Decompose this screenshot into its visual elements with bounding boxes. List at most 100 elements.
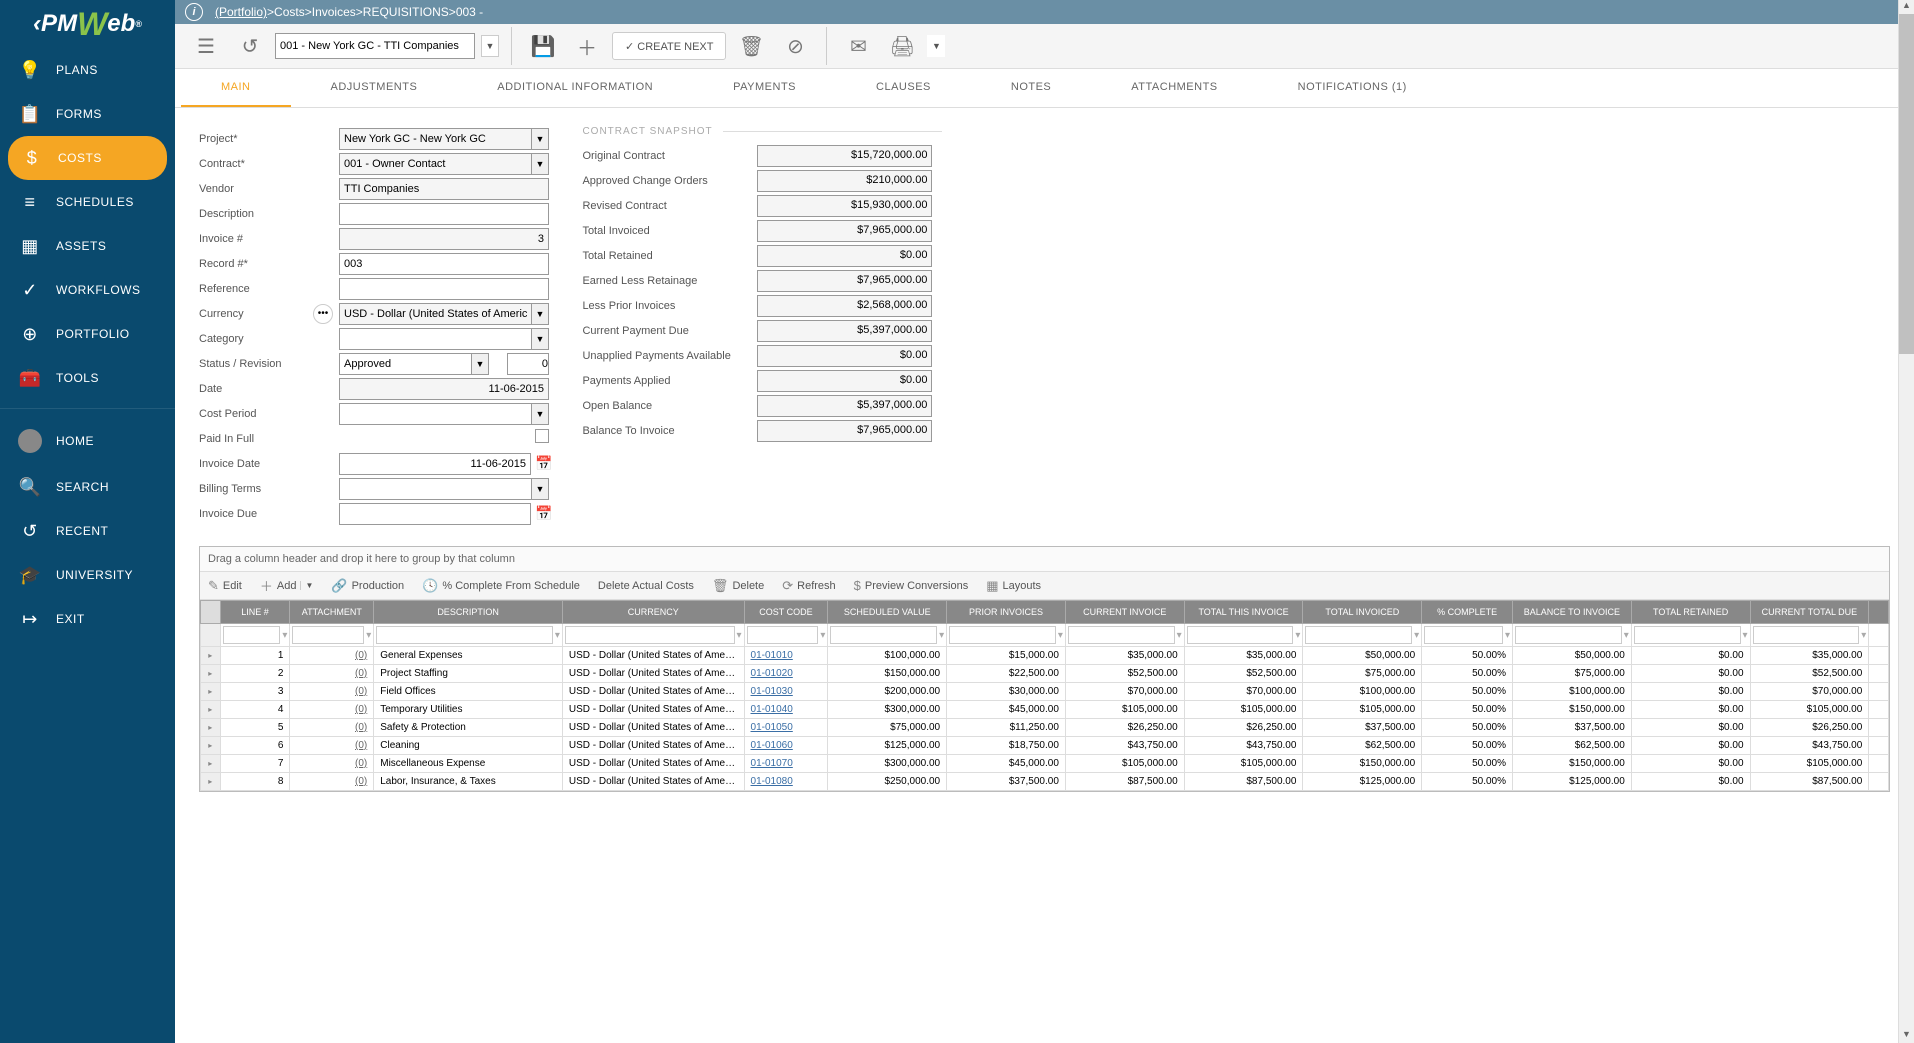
- tab-attachments[interactable]: ATTACHMENTS: [1091, 69, 1257, 107]
- sidebar-item-portfolio[interactable]: ⊕PORTFOLIO: [0, 312, 175, 356]
- filter-icon[interactable]: ▾: [282, 630, 287, 641]
- currency-field[interactable]: [339, 303, 531, 325]
- calendar-icon[interactable]: 📅: [535, 455, 552, 472]
- grid-header[interactable]: ATTACHMENT: [290, 601, 374, 624]
- table-row[interactable]: ▸ 6 (0) Cleaning USD - Dollar (United St…: [201, 737, 1889, 755]
- expand-icon[interactable]: ▸: [201, 647, 221, 665]
- table-row[interactable]: ▸ 8 (0) Labor, Insurance, & Taxes USD - …: [201, 773, 1889, 791]
- contract-dropdown-icon[interactable]: ▼: [531, 153, 549, 175]
- table-row[interactable]: ▸ 1 (0) General Expenses USD - Dollar (U…: [201, 647, 1889, 665]
- breadcrumb-portfolio[interactable]: (Portfolio): [215, 5, 267, 19]
- revision-field[interactable]: [507, 353, 549, 375]
- grid-header[interactable]: TOTAL RETAINED: [1631, 601, 1750, 624]
- grid-delete-button[interactable]: 🗑Delete: [712, 578, 764, 594]
- sidebar-item-plans[interactable]: 💡PLANS: [0, 48, 175, 92]
- delete-icon[interactable]: 🗑: [732, 27, 770, 65]
- filter-icon[interactable]: ▾: [737, 630, 742, 641]
- grid-add-button[interactable]: ＋Add▼: [260, 576, 314, 595]
- grid-filter-input[interactable]: [830, 626, 937, 644]
- filter-icon[interactable]: ▾: [1743, 630, 1748, 641]
- filter-icon[interactable]: ▾: [555, 630, 560, 641]
- grid-filter-input[interactable]: [292, 626, 364, 644]
- grid-header[interactable]: LINE #: [220, 601, 290, 624]
- filter-icon[interactable]: ▾: [1624, 630, 1629, 641]
- cost-code-link[interactable]: 01-01040: [744, 701, 828, 719]
- sidebar-item-schedules[interactable]: ≡SCHEDULES: [0, 180, 175, 224]
- sidebar-item-home[interactable]: HOME: [0, 417, 175, 465]
- filter-icon[interactable]: ▾: [1505, 630, 1510, 641]
- context-select[interactable]: [275, 33, 475, 59]
- context-dropdown-icon[interactable]: ▼: [481, 35, 499, 57]
- billingterms-dropdown-icon[interactable]: ▼: [531, 478, 549, 500]
- filter-icon[interactable]: ▾: [1295, 630, 1300, 641]
- vertical-scrollbar[interactable]: ▲ ▼: [1898, 0, 1914, 1043]
- grid-filter-input[interactable]: [1068, 626, 1175, 644]
- grid-header[interactable]: TOTAL THIS INVOICE: [1184, 601, 1303, 624]
- filter-icon[interactable]: ▾: [1177, 630, 1182, 641]
- filter-icon[interactable]: ▾: [1414, 630, 1419, 641]
- grid-filter-input[interactable]: [1187, 626, 1294, 644]
- grid-filter-input[interactable]: [1515, 626, 1622, 644]
- cost-code-link[interactable]: 01-01070: [744, 755, 828, 773]
- grid-header[interactable]: TOTAL INVOICED: [1303, 601, 1422, 624]
- currency-more-icon[interactable]: •••: [313, 304, 333, 324]
- sidebar-item-university[interactable]: 🎓UNIVERSITY: [0, 553, 175, 597]
- cost-code-link[interactable]: 01-01060: [744, 737, 828, 755]
- cost-code-link[interactable]: 01-01020: [744, 665, 828, 683]
- invoicedate-field[interactable]: [339, 453, 531, 475]
- currency-dropdown-icon[interactable]: ▼: [531, 303, 549, 325]
- tab-notes[interactable]: NOTES: [971, 69, 1091, 107]
- sidebar-item-workflows[interactable]: ✓WORKFLOWS: [0, 268, 175, 312]
- description-field[interactable]: [339, 203, 549, 225]
- billingterms-field[interactable]: [339, 478, 531, 500]
- grid-header[interactable]: DESCRIPTION: [374, 601, 563, 624]
- cost-code-link[interactable]: 01-01050: [744, 719, 828, 737]
- grid-filter-input[interactable]: [1634, 626, 1741, 644]
- grid-header[interactable]: CURRENT TOTAL DUE: [1750, 601, 1869, 624]
- reference-field[interactable]: [339, 278, 549, 300]
- filter-icon[interactable]: ▾: [1861, 630, 1866, 641]
- tab-main[interactable]: MAIN: [181, 69, 291, 107]
- group-by-bar[interactable]: Drag a column header and drop it here to…: [200, 547, 1889, 572]
- grid-filter-input[interactable]: [1753, 626, 1860, 644]
- filter-icon[interactable]: ▾: [939, 630, 944, 641]
- sidebar-item-exit[interactable]: ↦EXIT: [0, 597, 175, 641]
- list-view-icon[interactable]: ☰: [187, 27, 225, 65]
- invoicedue-field[interactable]: [339, 503, 531, 525]
- table-row[interactable]: ▸ 2 (0) Project Staffing USD - Dollar (U…: [201, 665, 1889, 683]
- grid-header[interactable]: COST CODE: [744, 601, 828, 624]
- calendar-icon[interactable]: 📅: [535, 505, 552, 522]
- grid-header[interactable]: CURRENCY: [562, 601, 744, 624]
- grid-filter-input[interactable]: [565, 626, 735, 644]
- sidebar-item-costs[interactable]: $COSTS: [8, 136, 167, 180]
- grid-preview-button[interactable]: $Preview Conversions: [854, 578, 969, 593]
- table-row[interactable]: ▸ 3 (0) Field Offices USD - Dollar (Unit…: [201, 683, 1889, 701]
- sidebar-item-recent[interactable]: ↺RECENT: [0, 509, 175, 553]
- tab-payments[interactable]: PAYMENTS: [693, 69, 836, 107]
- grid-refresh-button[interactable]: ⟳Refresh: [782, 578, 835, 594]
- filter-icon[interactable]: ▾: [366, 630, 371, 641]
- email-icon[interactable]: ✉: [839, 27, 877, 65]
- history-icon[interactable]: ↺: [231, 27, 269, 65]
- category-dropdown-icon[interactable]: ▼: [531, 328, 549, 350]
- grid-filter-input[interactable]: [747, 626, 819, 644]
- print-icon[interactable]: 🖨: [883, 27, 921, 65]
- sidebar-item-search[interactable]: 🔍SEARCH: [0, 465, 175, 509]
- filter-icon[interactable]: ▾: [1058, 630, 1063, 641]
- tab-adjustments[interactable]: ADJUSTMENTS: [291, 69, 458, 107]
- grid-pct-button[interactable]: 🕓% Complete From Schedule: [422, 578, 580, 594]
- grid-header[interactable]: PRIOR INVOICES: [947, 601, 1066, 624]
- expand-icon[interactable]: ▸: [201, 773, 221, 791]
- grid-filter-input[interactable]: [949, 626, 1056, 644]
- grid-filter-input[interactable]: [1305, 626, 1412, 644]
- expand-icon[interactable]: ▸: [201, 683, 221, 701]
- tab-clauses[interactable]: CLAUSES: [836, 69, 971, 107]
- expand-icon[interactable]: ▸: [201, 755, 221, 773]
- grid-header[interactable]: BALANCE TO INVOICE: [1513, 601, 1632, 624]
- grid-filter-input[interactable]: [223, 626, 281, 644]
- print-dropdown-icon[interactable]: ▼: [927, 35, 945, 57]
- grid-header[interactable]: SCHEDULED VALUE: [828, 601, 947, 624]
- sidebar-item-tools[interactable]: 🧰TOOLS: [0, 356, 175, 400]
- record-field[interactable]: [339, 253, 549, 275]
- project-dropdown-icon[interactable]: ▼: [531, 128, 549, 150]
